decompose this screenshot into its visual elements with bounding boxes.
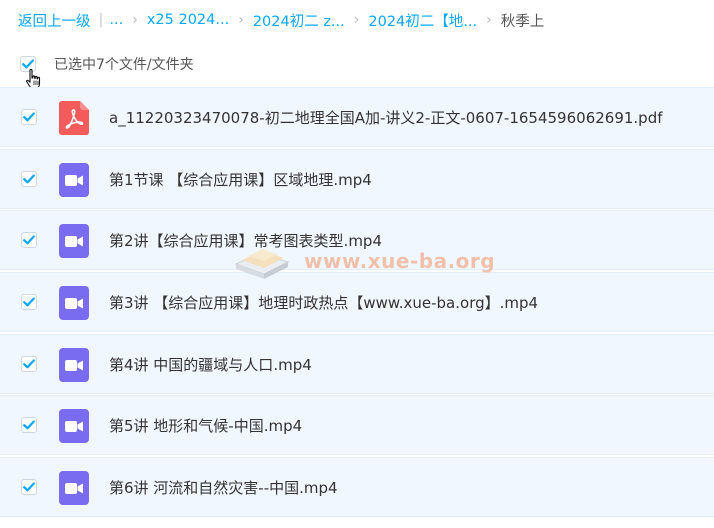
row-checkbox[interactable]	[21, 294, 37, 311]
selection-count-label: 已选中7个文件/文件夹	[54, 57, 194, 73]
file-name[interactable]: 第6讲 河流和自然灾害--中国.mp4	[109, 477, 338, 498]
video-file-icon	[59, 224, 89, 259]
row-checkbox[interactable]	[21, 479, 37, 496]
select-all-row: 已选中7个文件/文件夹	[20, 52, 194, 76]
back-link[interactable]: 返回上一级	[18, 10, 91, 31]
chevron-right-icon: ›	[353, 12, 360, 28]
row-checkbox[interactable]	[21, 355, 37, 372]
file-row-pdf[interactable]: a_11220323470078-初二地理全国A加-讲义2-正文-0607-16…	[0, 87, 714, 147]
file-row-video[interactable]: 第2讲【综合应用课】常考图表类型.mp4	[0, 210, 714, 271]
check-icon	[23, 297, 35, 307]
video-file-icon	[59, 409, 89, 444]
file-name[interactable]: a_11220323470078-初二地理全国A加-讲义2-正文-0607-16…	[109, 107, 663, 128]
breadcrumb-item-2[interactable]: 2024初二 z...	[253, 10, 345, 31]
check-icon	[23, 235, 35, 245]
file-name[interactable]: 第4讲 中国的疆域与人口.mp4	[109, 354, 312, 375]
video-file-icon	[59, 162, 89, 197]
video-file-icon	[59, 347, 89, 382]
chevron-right-icon: ›	[238, 12, 244, 28]
row-checkbox[interactable]	[21, 109, 37, 125]
breadcrumb-current: 秋季上	[500, 13, 545, 30]
check-icon	[23, 482, 35, 492]
check-icon	[23, 174, 35, 184]
file-list: a_11220323470078-初二地理全国A加-讲义2-正文-0607-16…	[0, 87, 714, 519]
file-row-video[interactable]: 第1节课 【综合应用课】区域地理.mp4	[0, 148, 714, 209]
file-browser-page: 返回上一级 | ... › x25 2024... › 2024初二 z... …	[0, 0, 714, 528]
chevron-right-icon: ›	[132, 12, 138, 28]
file-name[interactable]: 第5讲 地形和气候-中国.mp4	[109, 415, 302, 436]
file-row-video[interactable]: 第3讲 【综合应用课】地理时政热点【www.xue-ba.org】.mp4	[0, 272, 714, 333]
check-icon	[23, 359, 35, 369]
breadcrumb-item-1[interactable]: x25 2024...	[147, 12, 229, 28]
file-name[interactable]: 第2讲【综合应用课】常考图表类型.mp4	[109, 230, 382, 251]
breadcrumb-ellipsis[interactable]: ...	[109, 12, 123, 28]
row-checkbox[interactable]	[21, 417, 37, 434]
breadcrumb: 返回上一级 | ... › x25 2024... › 2024初二 z... …	[18, 9, 544, 31]
video-file-icon	[59, 286, 89, 321]
check-icon	[23, 112, 35, 122]
file-row-video[interactable]: 第4讲 中国的疆域与人口.mp4	[0, 333, 714, 394]
row-checkbox[interactable]	[21, 232, 37, 249]
breadcrumb-divider: |	[98, 12, 104, 28]
breadcrumb-item-3[interactable]: 2024初二【地...	[368, 10, 477, 31]
video-file-icon	[59, 471, 89, 506]
pdf-file-icon	[59, 101, 89, 135]
file-row-video[interactable]: 第6讲 河流和自然灾害--中国.mp4	[0, 457, 714, 518]
file-row-video[interactable]: 第5讲 地形和气候-中国.mp4	[0, 395, 714, 456]
chevron-right-icon: ›	[486, 12, 492, 28]
file-name[interactable]: 第1节课 【综合应用课】区域地理.mp4	[109, 169, 372, 190]
file-name[interactable]: 第3讲 【综合应用课】地理时政热点【www.xue-ba.org】.mp4	[109, 292, 538, 313]
row-checkbox[interactable]	[21, 170, 37, 187]
check-icon	[23, 420, 35, 430]
